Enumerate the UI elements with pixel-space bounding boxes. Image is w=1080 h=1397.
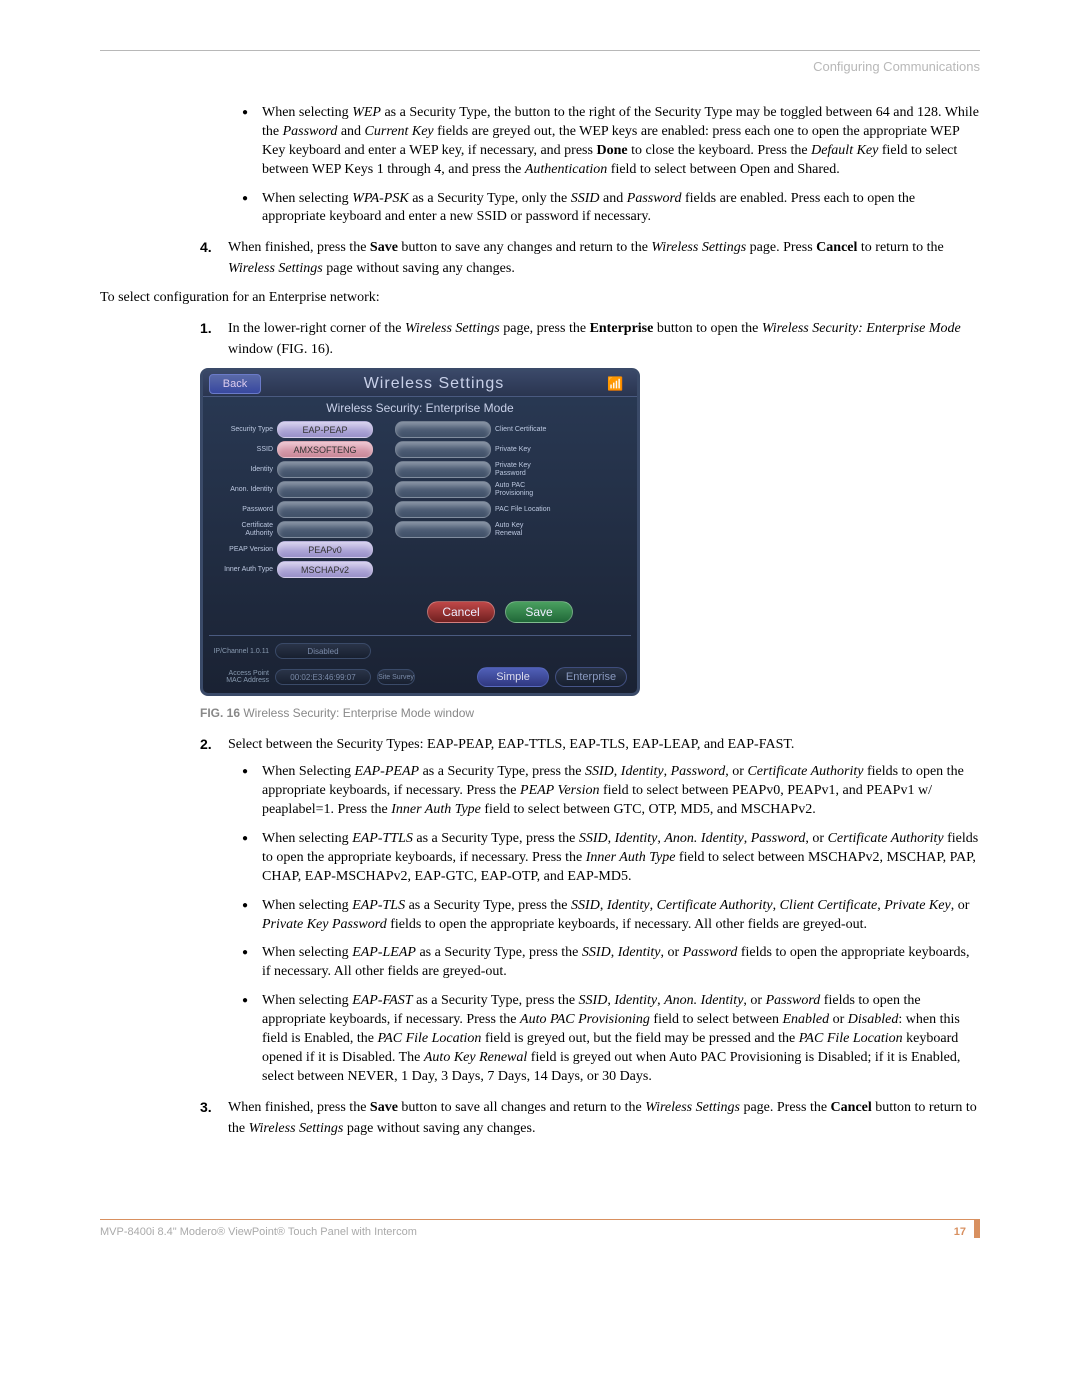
section-header: Configuring Communications xyxy=(100,59,980,74)
bullet-wep: When selecting WEP as a Security Type, t… xyxy=(262,104,980,180)
step-number: 1. xyxy=(200,318,228,360)
footer: MVP-8400i 8.4" Modero® ViewPoint® Touch … xyxy=(100,1219,980,1238)
field-value-left[interactable]: MSCHAPv2 xyxy=(277,561,373,578)
wireless-settings-window: Back Wireless Settings 📶 Wireless Securi… xyxy=(200,368,640,696)
bullet-item: When Selecting EAP-PEAP as a Security Ty… xyxy=(262,763,980,820)
mac-value: 00:02:E3:46:99:07 xyxy=(275,669,371,685)
mac-label: Access Point MAC Address xyxy=(213,670,269,685)
bullet-list-bottom: When Selecting EAP-PEAP as a Security Ty… xyxy=(200,763,980,1086)
field-value-right[interactable] xyxy=(395,521,491,538)
step-number: 2. xyxy=(200,734,228,755)
step-number: 3. xyxy=(200,1097,228,1139)
field-label-right: Auto PAC Provisioning xyxy=(495,482,551,497)
save-button[interactable]: Save xyxy=(505,601,573,623)
field-label-right: Private Key xyxy=(495,446,551,454)
bullet-item: When selecting EAP-TTLS as a Security Ty… xyxy=(262,830,980,887)
step-3: 3. When finished, press the Save button … xyxy=(200,1097,980,1139)
field-value-left[interactable] xyxy=(277,461,373,478)
field-value-left[interactable]: EAP-PEAP xyxy=(277,421,373,438)
ip-channel-label: IP/Channel 1.0.11 xyxy=(213,648,269,656)
field-label: PEAP Version xyxy=(213,546,273,554)
field-value-left[interactable] xyxy=(277,501,373,518)
field-label: Identity xyxy=(213,466,273,474)
step-4: 4. When finished, press the Save button … xyxy=(200,237,980,279)
bullet-item: When selecting EAP-FAST as a Security Ty… xyxy=(262,992,980,1086)
mode-enterprise-button[interactable]: Enterprise xyxy=(555,667,627,687)
product-name: MVP-8400i 8.4" Modero® ViewPoint® Touch … xyxy=(100,1226,954,1238)
field-label-right: Client Certificate xyxy=(495,426,551,434)
step-2: 2. Select between the Security Types: EA… xyxy=(200,734,980,755)
figure-caption: FIG. 16 Wireless Security: Enterprise Mo… xyxy=(200,706,980,720)
field-value-right[interactable] xyxy=(395,441,491,458)
field-value-right[interactable] xyxy=(395,421,491,438)
field-label-right: Private Key Password xyxy=(495,462,551,477)
field-label: Anon. Identity xyxy=(213,486,273,494)
step-number: 4. xyxy=(200,237,228,279)
field-label: Certificate Authority xyxy=(213,522,273,537)
ip-channel-value[interactable]: Disabled xyxy=(275,643,371,659)
field-label: SSID xyxy=(213,446,273,454)
step-1: 1. In the lower-right corner of the Wire… xyxy=(200,318,980,360)
field-label-right: PAC File Location xyxy=(495,506,551,514)
window-title: Wireless Settings xyxy=(261,375,607,393)
field-value-right[interactable] xyxy=(395,481,491,498)
back-button[interactable]: Back xyxy=(209,374,261,394)
content: When selecting WEP as a Security Type, t… xyxy=(200,104,980,1139)
separator xyxy=(209,635,631,636)
cancel-button[interactable]: Cancel xyxy=(427,601,495,623)
footer-accent xyxy=(974,1220,980,1238)
bullet-list-top: When selecting WEP as a Security Type, t… xyxy=(200,104,980,227)
field-label: Password xyxy=(213,506,273,514)
wifi-icon: 📶 xyxy=(607,376,637,392)
field-value-left[interactable] xyxy=(277,481,373,498)
bullet-item: When selecting EAP-TLS as a Security Typ… xyxy=(262,897,980,935)
field-value-left[interactable]: AMXSOFTENG xyxy=(277,441,373,458)
field-label: Security Type xyxy=(213,426,273,434)
field-value-left[interactable]: PEAPv0 xyxy=(277,541,373,558)
bullet-wpa-psk: When selecting WPA-PSK as a Security Typ… xyxy=(262,190,980,228)
field-value-left[interactable] xyxy=(277,521,373,538)
bullet-item: When selecting EAP-LEAP as a Security Ty… xyxy=(262,944,980,982)
window-subtitle: Wireless Security: Enterprise Mode xyxy=(203,397,637,421)
mode-simple-button[interactable]: Simple xyxy=(477,667,549,687)
page-number: 17 xyxy=(954,1226,966,1238)
field-value-right[interactable] xyxy=(395,461,491,478)
titlebar: Back Wireless Settings 📶 xyxy=(203,371,637,397)
header-rule xyxy=(100,50,980,51)
site-survey-button[interactable]: Site Survey xyxy=(377,669,415,685)
intro-line: To select configuration for an Enterpris… xyxy=(100,287,980,308)
field-label: Inner Auth Type xyxy=(213,566,273,574)
field-label-right: Auto Key Renewal xyxy=(495,522,551,537)
field-value-right[interactable] xyxy=(395,501,491,518)
